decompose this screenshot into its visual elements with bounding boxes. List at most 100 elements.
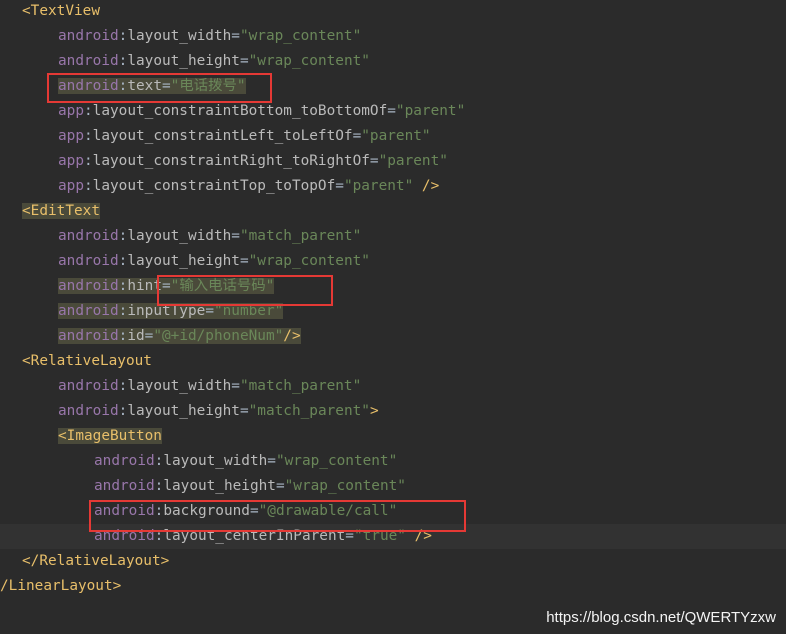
code-token-eq: = (239, 253, 249, 269)
code-token-ns: android (94, 478, 155, 494)
code-token-attr: id (127, 328, 145, 344)
code-token-eq: = (231, 228, 240, 244)
code-token-attr: layout_constraintBottom_toBottomOf (92, 103, 388, 119)
code-content: <RelativeLayout (22, 353, 152, 369)
code-token-val: "parent" (343, 178, 414, 194)
code-token-attr: layout_constraintRight_toRightOf (92, 153, 370, 169)
code-token-punct: / (0, 578, 9, 594)
code-token-eq: = (267, 453, 276, 469)
code-token-punct: /> (421, 178, 440, 194)
code-token-eq: : (84, 128, 93, 144)
code-token-tag: ImageButton (66, 428, 162, 444)
code-line[interactable]: android:layout_height="wrap_content" (0, 249, 786, 274)
code-content: android:id="@+id/phoneNum"/> (58, 328, 301, 344)
code-token-tag: TextView (30, 3, 100, 19)
code-token-ns: android (58, 253, 119, 269)
code-token-ns: android (58, 53, 119, 69)
code-content: android:layout_height="wrap_content" (58, 53, 370, 69)
code-line[interactable]: app:layout_constraintLeft_toLeftOf="pare… (0, 124, 786, 149)
code-line[interactable]: android:layout_height="wrap_content" (0, 49, 786, 74)
code-token-val: "wrap_content" (284, 478, 406, 494)
code-token-eq: = (369, 153, 379, 169)
code-line[interactable]: android:layout_width="wrap_content" (0, 449, 786, 474)
code-token-ns: android (58, 403, 119, 419)
code-line[interactable]: app:layout_constraintRight_toRightOf="pa… (0, 149, 786, 174)
code-content: android:layout_width="wrap_content" (94, 453, 397, 469)
code-token-attr: layout_width (127, 28, 232, 44)
code-line[interactable]: android:layout_height="match_parent"> (0, 399, 786, 424)
code-token-val: "@+id/phoneNum" (153, 328, 284, 344)
code-content: android:layout_height="match_parent"> (58, 403, 379, 419)
code-line[interactable]: android:inputType="number" (0, 299, 786, 324)
code-content: android:layout_height="wrap_content" (94, 478, 406, 494)
code-content: <TextView (22, 3, 100, 19)
code-content: <ImageButton (58, 428, 162, 444)
code-token-eq: = (335, 178, 344, 194)
code-token-attr: layout_width (127, 378, 232, 394)
code-token-punct: > (160, 553, 170, 569)
code-token-val: "parent" (378, 153, 448, 169)
code-token-punct: < (22, 3, 31, 19)
code-line[interactable]: android:layout_width="match_parent" (0, 224, 786, 249)
annotation-box-hint (157, 275, 333, 306)
code-token-eq: = (387, 103, 396, 119)
code-token-ns: android (94, 453, 155, 469)
code-line[interactable]: android:hint="输入电话号码" (0, 274, 786, 299)
code-content: app:layout_constraintLeft_toLeftOf="pare… (58, 128, 431, 144)
code-token-eq: : (84, 153, 93, 169)
code-token-eq: = (352, 128, 362, 144)
code-token-punct: < (22, 203, 31, 219)
code-token-ns: android (58, 28, 119, 44)
code-token-attr: layout_constraintLeft_toLeftOf (92, 128, 353, 144)
code-token-attr: layout_height (127, 403, 240, 419)
code-line[interactable]: </RelativeLayout> (0, 549, 786, 574)
code-token-eq: = (239, 403, 249, 419)
code-token-ns: app (58, 128, 84, 144)
code-token-eq: = (231, 378, 240, 394)
watermark: https://blog.csdn.net/QWERTYzxw (546, 609, 776, 626)
code-line[interactable]: <EditText (0, 199, 786, 224)
code-line[interactable]: <ImageButton (0, 424, 786, 449)
annotation-box-background (89, 500, 466, 532)
code-token-eq: = (231, 28, 240, 44)
code-token-attr: layout_height (163, 478, 276, 494)
code-token-ns: android (58, 228, 119, 244)
code-content: android:layout_width="wrap_content" (58, 28, 361, 44)
code-token-attr: layout_height (127, 253, 240, 269)
code-token-tag: RelativeLayout (39, 553, 161, 569)
code-token-eq: : (84, 103, 93, 119)
code-token-val: "match_parent" (239, 378, 362, 394)
code-content: /LinearLayout> (0, 578, 121, 594)
code-token-ns: android (58, 278, 119, 294)
code-token-eq: = (239, 53, 249, 69)
code-token-ns: android (58, 378, 119, 394)
code-content: app:layout_constraintTop_toTopOf="parent… (58, 178, 439, 194)
code-token-val: "wrap_content" (239, 28, 362, 44)
code-content: android:layout_height="wrap_content" (58, 253, 370, 269)
code-token-ns: app (58, 153, 84, 169)
code-token-punct: > (369, 403, 379, 419)
code-token-val: "parent" (361, 128, 431, 144)
code-line[interactable]: /LinearLayout> (0, 574, 786, 599)
code-token-ns: android (58, 328, 119, 344)
code-token-tag: RelativeLayout (30, 353, 152, 369)
code-token-attr: layout_constraintTop_toTopOf (92, 178, 336, 194)
code-token-punct: < (58, 428, 67, 444)
code-content: android:layout_width="match_parent" (58, 228, 361, 244)
code-line[interactable]: android:layout_height="wrap_content" (0, 474, 786, 499)
code-token-val: "wrap_content" (275, 453, 398, 469)
code-line[interactable]: <RelativeLayout (0, 349, 786, 374)
code-token-val: "match_parent" (248, 403, 370, 419)
code-token-eq: = (275, 478, 285, 494)
code-token-eq: : (84, 178, 93, 194)
code-line[interactable]: android:layout_width="match_parent" (0, 374, 786, 399)
annotation-box-text (47, 73, 272, 103)
code-content: <EditText (22, 203, 100, 219)
code-line[interactable]: app:layout_constraintTop_toTopOf="parent… (0, 174, 786, 199)
code-line[interactable]: android:id="@+id/phoneNum"/> (0, 324, 786, 349)
code-token-val: "match_parent" (239, 228, 362, 244)
code-token-ns: android (58, 303, 119, 319)
code-line[interactable]: android:layout_width="wrap_content" (0, 24, 786, 49)
code-line[interactable]: <TextView (0, 0, 786, 24)
code-content: </RelativeLayout> (22, 553, 169, 569)
